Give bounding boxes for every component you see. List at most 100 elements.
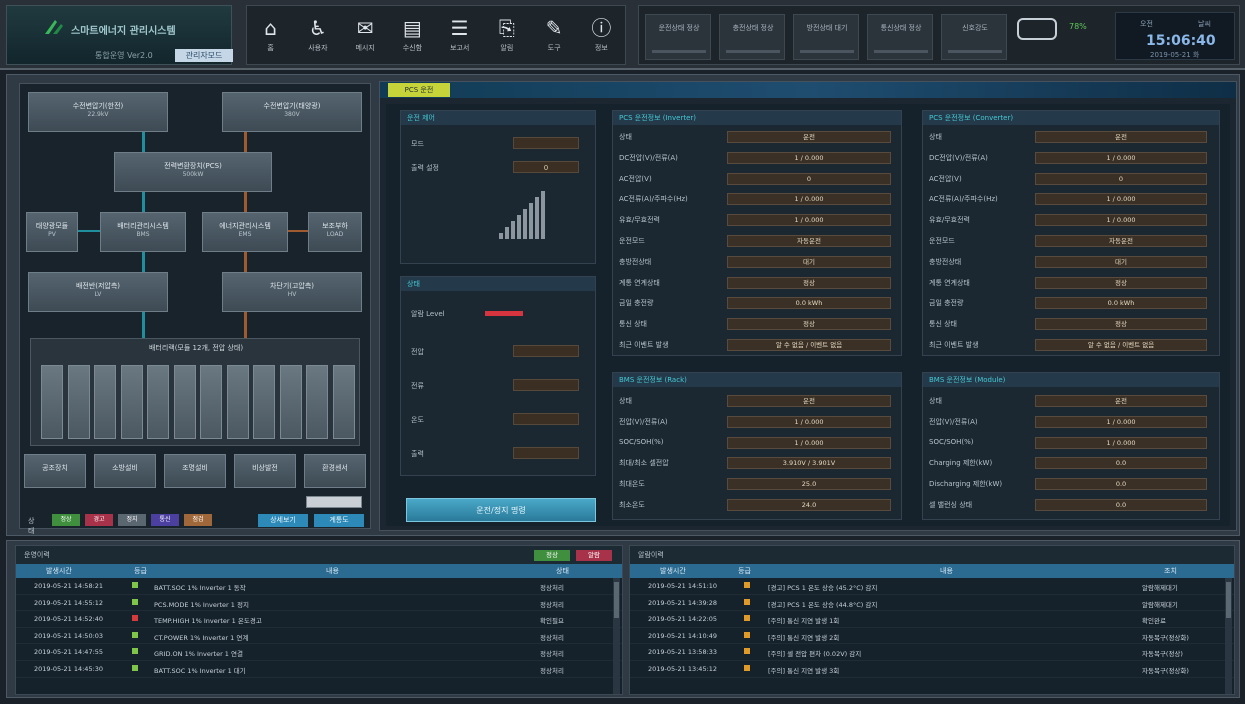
battery-cell[interactable] [200,365,222,439]
pcs2-field-value[interactable]: 정상 [1035,276,1207,289]
battery-cell[interactable] [279,365,302,439]
bms2-field-value[interactable]: 운전 [1035,395,1207,407]
tab-pcs-operation[interactable]: PCS 운전 [388,83,450,97]
diagram-node-6[interactable]: 보조부하 LOAD [308,212,362,252]
scroll-thumb[interactable] [1226,582,1231,618]
bms1-field-value[interactable]: 24.0 [727,499,891,511]
pcs2-field-value[interactable]: 1 / 0.000 [1035,214,1207,227]
bms2-field-value[interactable]: 0.0 [1035,457,1207,470]
operation-log-scrollbar[interactable] [613,578,620,694]
pcs2-field-value[interactable]: 0 [1035,172,1207,185]
log-row[interactable]: 2019-05-21 14:47:55 GRID.ON 1% Inverter 1… [16,644,622,661]
diagram-node-1[interactable]: 수전변압기(태양광) 380V [222,92,362,132]
log-row[interactable]: 2019-05-21 14:52:40 TEMP.HIGH 1% Inverter… [16,611,622,628]
battery-cell[interactable] [306,365,328,439]
bms2-field-value[interactable]: 1 / 0.000 [1035,415,1207,428]
bms1-field-value[interactable]: 1 / 0.000 [727,415,891,428]
bms1-field-value[interactable]: 1 / 0.000 [727,436,891,449]
aux-node-2[interactable]: 조명설비 [164,454,226,488]
toolbar-button-7[interactable]: ⓘ 정보 [580,9,622,61]
pcs2-field-value[interactable]: 1 / 0.000 [1035,151,1207,164]
toggle-switch[interactable] [306,496,362,508]
bms2-field-value[interactable]: 0.0 [1035,478,1207,491]
pcs2-field-value[interactable]: 운전 [1035,131,1207,143]
pcs1-field-value[interactable]: 알 수 없음 / 이벤트 없음 [727,339,891,351]
aux-node-4[interactable]: 환경센서 [304,454,366,488]
status-tile-0[interactable]: 운전상태 정상 [645,14,711,60]
battery-cell[interactable] [147,365,169,439]
diagram-node-2[interactable]: 전력변환장치(PCS) 500kW [114,152,272,192]
pcs1-field-value[interactable]: 정상 [727,276,891,289]
pcs1-field-value[interactable]: 0 [727,172,891,185]
output-field[interactable]: 0 [513,161,579,173]
pcs2-field-value[interactable]: 대기 [1035,255,1207,268]
pcs1-field-value[interactable]: 정상 [727,318,891,331]
bms1-field-value[interactable]: 운전 [727,395,891,407]
aux-node-3[interactable]: 비상발전 [234,454,296,488]
pcs2-field-value[interactable]: 정상 [1035,318,1207,331]
pcs2-field-value[interactable]: 1 / 0.000 [1035,193,1207,206]
battery-cell[interactable] [41,365,63,439]
pcs1-field-value[interactable]: 대기 [727,255,891,268]
detail-button[interactable]: 상세보기 [258,514,308,527]
diagram-node-5[interactable]: 에너지관리시스템 EMS [202,212,288,252]
log-row[interactable]: 2019-05-21 14:58:21 BATT.SOC 1% Inverter … [16,578,622,595]
diagram-node-0[interactable]: 수전변압기(한전) 22.9kV [28,92,168,132]
status-tile-4[interactable]: 신호강도 [941,14,1007,60]
battery-cell[interactable] [94,365,116,439]
pcs2-field-value[interactable]: 알 수 없음 / 이벤트 없음 [1035,339,1207,351]
alarm-log-scrollbar[interactable] [1225,578,1232,694]
diagram-button[interactable]: 계통도 [314,514,364,527]
col-level[interactable]: 등급 [738,566,751,576]
status-tile-3[interactable]: 통신상태 정상 [867,14,933,60]
toolbar-button-2[interactable]: ✉ 메시지 [344,9,386,61]
log-row[interactable]: 2019-05-21 14:55:12 PCS.MODE 1% Inverter … [16,595,622,612]
col-status[interactable]: 상태 [556,566,569,576]
toolbar-button-5[interactable]: ⎘ 알림 [486,9,528,61]
log-row[interactable]: 2019-05-21 14:45:30 BATT.SOC 1% Inverter … [16,661,622,678]
diagram-node-8[interactable]: 차단기(고압측) HV [222,272,362,312]
status-tile-2[interactable]: 방전상태 대기 [793,14,859,60]
col-time[interactable]: 발생시간 [660,566,686,576]
toolbar-button-6[interactable]: ✎ 도구 [533,9,575,61]
log-row[interactable]: 2019-05-21 13:58:33 [주의] 셀 전압 편차 (0.02V) … [630,644,1234,661]
pcs1-field-value[interactable]: 자동운전 [727,235,891,247]
log-row[interactable]: 2019-05-21 14:39:28 [경고] PCS 1 온도 상승 (44.… [630,595,1234,612]
battery-rack[interactable]: 배터리랙(모듈 12개, 전압 상태) [30,338,360,446]
status-tile-1[interactable]: 충전상태 정상 [719,14,785,60]
battery-cell[interactable] [120,365,143,439]
col-message[interactable]: 내용 [940,566,953,576]
diagram-node-4[interactable]: 배터리관리시스템 BMS [100,212,186,252]
toolbar-button-3[interactable]: ▤ 수신함 [391,9,433,61]
battery-cell[interactable] [67,365,90,439]
aux-node-1[interactable]: 소방설비 [94,454,156,488]
log-row[interactable]: 2019-05-21 14:22:05 [주의] 통신 지연 발생 1회 확인완료 [630,611,1234,628]
bms2-field-value[interactable]: 0.0 [1035,499,1207,511]
diagram-node-3[interactable]: 태양광모듈 PV [26,212,78,252]
toolbar-button-0[interactable]: ⌂ 홈 [250,9,292,61]
diagram-node-7[interactable]: 배전반(저압측) LV [28,272,168,312]
battery-cell[interactable] [226,365,249,439]
battery-cell[interactable] [253,365,275,439]
col-message[interactable]: 내용 [326,566,339,576]
col-action[interactable]: 조치 [1164,566,1177,576]
pcs1-field-value[interactable]: 1 / 0.000 [727,151,891,164]
pcs2-field-value[interactable]: 자동운전 [1035,235,1207,247]
pcs2-field-value[interactable]: 0.0 kWh [1035,297,1207,310]
pcs1-field-value[interactable]: 1 / 0.000 [727,193,891,206]
filter-normal-chip[interactable]: 정상 [534,550,570,561]
battery-cell[interactable] [173,365,196,439]
pcs1-field-value[interactable]: 0.0 kWh [727,297,891,310]
col-level[interactable]: 등급 [134,566,147,576]
toolbar-button-4[interactable]: ☰ 보고서 [439,9,481,61]
scroll-thumb[interactable] [614,582,619,618]
bms1-field-value[interactable]: 3.910V / 3.901V [727,457,891,470]
pcs1-field-value[interactable]: 운전 [727,131,891,143]
bms1-field-value[interactable]: 25.0 [727,478,891,491]
bms2-field-value[interactable]: 1 / 0.000 [1035,436,1207,449]
col-time[interactable]: 발생시간 [46,566,72,576]
run-stop-button[interactable]: 운전/정지 명령 [406,498,596,522]
log-row[interactable]: 2019-05-21 14:10:49 [주의] 통신 지연 발생 2회 자동복구(… [630,628,1234,645]
filter-alarm-chip[interactable]: 알람 [576,550,612,561]
log-row[interactable]: 2019-05-21 14:50:03 CT.POWER 1% Inverter … [16,628,622,645]
